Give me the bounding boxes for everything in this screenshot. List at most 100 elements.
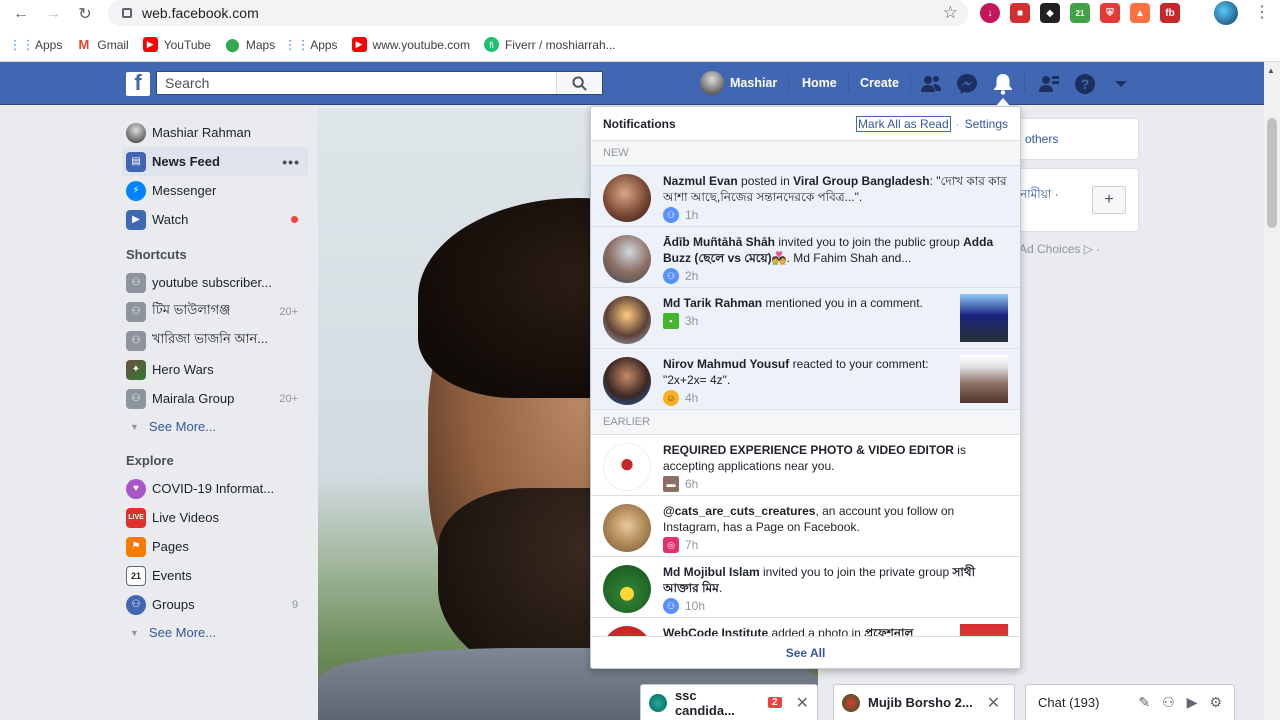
notification-item[interactable]: Md Mojibul Islam invited you to join the… <box>591 557 1020 618</box>
video-call-icon[interactable]: ▶ <box>1187 694 1198 711</box>
sidebar-item-news-feed[interactable]: ▤ News Feed ••• <box>122 147 308 176</box>
sidebar-item-shortcut[interactable]: ⚇ Mairala Group 20+ <box>122 384 308 413</box>
see-all-link[interactable]: See All <box>786 646 826 660</box>
chat-tab-label: Mujib Borsho 2... <box>868 695 973 710</box>
notification-item[interactable]: Nirov Mahmud Yousuf reacted to your comm… <box>591 349 1020 410</box>
chat-label: Chat (193) <box>1038 695 1100 710</box>
notification-actor: Ādīb Muñtāhā Shāh <box>663 235 775 249</box>
notification-item[interactable]: Ādīb Muñtāhā Shāh invited you to join th… <box>591 227 1020 288</box>
notification-text: invited you to join the private group <box>759 565 953 579</box>
badge-count: 20+ <box>279 305 298 318</box>
bookmark-youtube[interactable]: ▶ YouTube <box>142 37 211 52</box>
friend-requests-icon[interactable] <box>920 73 942 95</box>
ad-choices-link[interactable]: Ad Choices ▷ · <box>1019 242 1100 256</box>
chat-tab-ssc[interactable]: ssc candida... 2 ✕ <box>640 684 818 720</box>
page-scrollbar[interactable]: ▲ <box>1264 62 1280 720</box>
notification-actor: Nazmul Evan <box>663 174 738 188</box>
see-more-explore[interactable]: ▼ See More... <box>122 619 308 646</box>
profile-link[interactable]: Mashiar <box>700 71 777 95</box>
browser-menu-icon[interactable]: ⋮ <box>1254 2 1270 22</box>
search-input[interactable] <box>157 72 556 94</box>
more-options-icon[interactable]: ••• <box>282 154 300 170</box>
home-link[interactable]: Home <box>802 76 837 90</box>
messenger-icon: ⚡ <box>126 180 146 201</box>
bookmark-apps-2[interactable]: ⋮⋮ Apps <box>284 37 338 52</box>
notification-item[interactable]: WebCode Institute added a photo in প্রফে… <box>591 618 1020 637</box>
notification-item[interactable]: @cats_are_cuts_creatures, an account you… <box>591 496 1020 557</box>
chat-sidebar-bar[interactable]: Chat (193) ✎ ⚇ ▶ ⚙ <box>1025 684 1235 720</box>
sidebar-item-profile[interactable]: Mashiar Rahman <box>122 118 308 147</box>
scroll-thumb[interactable] <box>1267 118 1277 228</box>
facebook-logo-icon[interactable]: f <box>126 70 150 96</box>
notification-time: 2h <box>685 269 699 283</box>
messenger-icon[interactable] <box>956 73 978 95</box>
chat-tab-mujib[interactable]: Mujib Borsho 2... ✕ <box>833 684 1015 720</box>
sidebar-item-events[interactable]: 21 Events <box>122 561 308 590</box>
search-icon <box>572 75 587 91</box>
notification-rest: . <box>718 581 723 595</box>
section-label-new: NEW <box>591 141 1020 166</box>
notification-item[interactable]: Nazmul Evan posted in Viral Group Bangla… <box>591 166 1020 227</box>
instagram-icon: ◎ <box>663 537 679 553</box>
forward-icon[interactable]: → <box>42 3 64 25</box>
divider <box>1024 74 1025 92</box>
address-bar[interactable]: web.facebook.com ☆ <box>108 0 968 26</box>
scroll-up-icon[interactable]: ▲ <box>1267 66 1275 75</box>
close-icon[interactable]: ✕ <box>987 693 1000 713</box>
bookmark-youtube-com[interactable]: ▶ www.youtube.com <box>351 37 470 52</box>
youtube-icon: ▶ <box>142 37 158 52</box>
notification-settings-link[interactable]: Settings <box>965 117 1008 131</box>
group-badge-icon: ⚇ <box>663 268 679 284</box>
extension-fire-icon[interactable]: ▲ <box>1130 3 1150 23</box>
sidebar-item-messenger[interactable]: ⚡ Messenger <box>122 176 308 205</box>
new-message-icon[interactable]: ✎ <box>1138 694 1150 711</box>
divider <box>910 74 911 92</box>
search-button[interactable] <box>556 72 602 94</box>
extension-red-icon[interactable]: ■ <box>1010 3 1030 23</box>
new-group-icon[interactable]: ⚇ <box>1162 694 1175 711</box>
sidebar-item-watch[interactable]: ▶ Watch <box>122 205 308 234</box>
extension-download-icon[interactable]: ↓ <box>980 3 1000 23</box>
notification-item[interactable]: Md Tarik Rahman mentioned you in a comme… <box>591 288 1020 349</box>
create-link[interactable]: Create <box>860 76 899 90</box>
notification-item[interactable]: REQUIRED EXPERIENCE PHOTO & VIDEO EDITOR… <box>591 435 1020 496</box>
bookmark-star-icon[interactable]: ☆ <box>943 3 958 23</box>
sidebar-item-shortcut[interactable]: ⚇ খারিজা ভাজনি আন... <box>122 326 308 355</box>
avatar <box>126 122 146 143</box>
notifications-bell-icon[interactable] <box>992 73 1014 95</box>
see-all-footer[interactable]: See All <box>591 636 1020 668</box>
add-button[interactable]: + <box>1092 186 1126 214</box>
gear-icon[interactable]: ⚙ <box>1209 694 1222 711</box>
mark-all-read-button[interactable]: Mark All as Read <box>855 115 951 132</box>
page-suggestion-name[interactable]: নামীয়া · <box>1020 186 1059 206</box>
bookmark-fiverr[interactable]: fi Fiverr / moshiarrah... <box>483 37 616 52</box>
sidebar-item-pages[interactable]: ⚑ Pages <box>122 532 308 561</box>
bookmark-label: Maps <box>245 37 276 52</box>
close-icon[interactable]: ✕ <box>796 693 809 713</box>
bookmark-apps[interactable]: ⋮⋮ Apps <box>9 37 63 52</box>
account-dropdown-icon[interactable] <box>1110 73 1132 95</box>
extension-shield-icon[interactable]: ⛨ <box>1100 3 1120 23</box>
extension-cube-icon[interactable]: ◆ <box>1040 3 1060 23</box>
avatar <box>649 693 667 712</box>
sidebar-item-live-videos[interactable]: LIVE Live Videos <box>122 503 308 532</box>
extension-badge-icon[interactable]: 21 <box>1070 3 1090 23</box>
sidebar-item-shortcut[interactable]: ⚇ youtube subscriber... <box>122 268 308 297</box>
find-friends-icon[interactable] <box>1038 73 1060 95</box>
url-text[interactable]: web.facebook.com <box>142 5 259 21</box>
browser-profile-avatar[interactable] <box>1214 1 1238 25</box>
bookmark-gmail[interactable]: M Gmail <box>76 37 128 52</box>
bookmark-maps[interactable]: ⬤ Maps <box>225 37 275 52</box>
notifications-list[interactable]: NEW Nazmul Evan posted in Viral Group Ba… <box>591 141 1020 637</box>
sidebar-item-shortcut[interactable]: ✦ Hero Wars <box>122 355 308 384</box>
sidebar-item-covid[interactable]: ♥ COVID-19 Informat... <box>122 474 308 503</box>
help-icon[interactable]: ? <box>1074 73 1096 95</box>
see-more-shortcuts[interactable]: ▼ See More... <box>122 413 308 440</box>
back-icon[interactable]: ← <box>10 3 32 25</box>
sidebar-item-shortcut[interactable]: ⚇ টিম ভাউলাগঞ্জ 20+ <box>122 297 308 326</box>
sidebar-item-groups[interactable]: ⚇ Groups 9 <box>122 590 308 619</box>
reload-icon[interactable]: ↻ <box>74 3 96 25</box>
others-link[interactable]: others <box>1025 132 1058 146</box>
extension-fb-icon[interactable]: fb <box>1160 3 1180 23</box>
watch-icon: ▶ <box>126 209 146 230</box>
